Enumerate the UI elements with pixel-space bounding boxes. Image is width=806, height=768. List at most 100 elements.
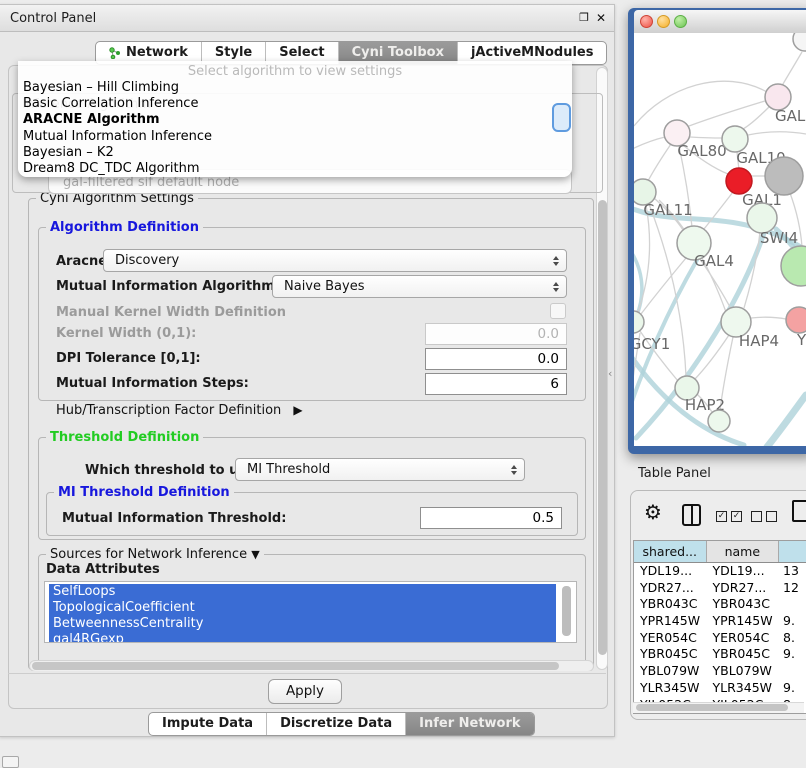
kernel-width-field[interactable]: 0.0 xyxy=(425,323,567,345)
table-cell: YBL079W xyxy=(634,663,707,680)
network-edge xyxy=(634,137,665,151)
data-attribute-item[interactable]: BetweennessCentrality xyxy=(49,616,556,632)
collapse-arrow-icon[interactable]: ▼ xyxy=(251,548,259,561)
combo-focus-button[interactable] xyxy=(552,103,571,132)
table-cell: YER054C xyxy=(707,630,780,647)
zoom-traffic-light[interactable] xyxy=(674,15,687,28)
algorithm-option[interactable]: ARACNE Algorithm xyxy=(18,112,572,128)
mi-threshold-field[interactable]: 0.5 xyxy=(420,507,562,529)
tab-label: Select xyxy=(279,45,324,60)
algorithm-option[interactable]: Dream8 DC_TDC Algorithm xyxy=(18,161,572,177)
column-header[interactable] xyxy=(779,541,806,562)
data-attributes-list[interactable]: SelfLoopsTopologicalCoefficientBetweenne… xyxy=(44,581,577,643)
algorithm-definition-title: Algorithm Definition xyxy=(46,220,203,235)
dpi-tolerance-field[interactable]: 0.0 xyxy=(425,348,567,370)
network-edge xyxy=(648,144,671,181)
table-row[interactable]: YBR045CYBR045C9. xyxy=(634,646,806,663)
data-attribute-item[interactable]: TopologicalCoefficient xyxy=(49,600,556,616)
combo-arrows-icon xyxy=(553,282,559,292)
table-cell: YBL079W xyxy=(707,663,780,680)
network-node[interactable] xyxy=(765,157,803,195)
hub-definition-toggle[interactable]: Hub/Transcription Factor Definition ▶ xyxy=(56,403,303,418)
algorithm-dropdown-popup: Select algorithm to view settings Bayesi… xyxy=(18,61,572,177)
minimize-traffic-light[interactable] xyxy=(657,15,670,28)
bottom-tab-impute-data[interactable]: Impute Data xyxy=(149,713,267,735)
table-hscrollbar-thumb[interactable] xyxy=(636,704,788,711)
table-row[interactable]: YDL19...YDL19...13 xyxy=(634,563,806,580)
close-traffic-light[interactable] xyxy=(640,15,653,28)
tab-label: Cyni Toolbox xyxy=(352,45,444,60)
table-cell: 9. xyxy=(779,680,806,697)
tab-label: Style xyxy=(215,45,252,60)
network-node[interactable] xyxy=(793,33,806,51)
apply-button[interactable]: Apply xyxy=(268,679,342,704)
table-cell: YDR27... xyxy=(634,580,707,597)
tab-label: Infer Network xyxy=(419,716,520,731)
table-cell: 9. xyxy=(779,613,806,630)
network-node-gcy1[interactable] xyxy=(634,311,644,333)
network-edge xyxy=(751,317,786,319)
bottom-tab-bar: Impute Data Discretize Data Infer Network xyxy=(148,712,535,736)
network-edge xyxy=(748,132,806,135)
algorithm-option[interactable]: Mutual Information Inference xyxy=(18,129,572,145)
table-row[interactable]: YBR043CYBR043C xyxy=(634,596,806,613)
table-row[interactable]: YER054CYER054C8. xyxy=(634,630,806,647)
corner-button[interactable] xyxy=(2,756,19,768)
which-threshold-combo[interactable]: MI Threshold xyxy=(235,458,525,481)
combo-arrows-icon xyxy=(511,465,517,475)
bottom-tab-discretize-data[interactable]: Discretize Data xyxy=(267,713,406,735)
network-node-label: Y xyxy=(796,331,806,349)
kernel-width-label: Kernel Width (0,1): xyxy=(56,326,196,341)
file-icon[interactable] xyxy=(792,500,806,522)
network-node[interactable] xyxy=(708,410,730,432)
mi-steps-label: Mutual Information Steps: xyxy=(56,376,249,391)
algorithm-option[interactable]: Bayesian – Hill Climbing xyxy=(18,80,572,96)
column-header[interactable]: name xyxy=(707,541,780,562)
network-node-label: HAP4 xyxy=(739,332,779,350)
table-cell: 8. xyxy=(779,630,806,647)
network-edge xyxy=(634,81,767,126)
network-edge xyxy=(638,205,650,312)
expand-arrow-icon: ▶ xyxy=(293,403,302,417)
control-panel-window: Control Panel ❐ ✕ NetworkStyleSelectCyni… xyxy=(0,4,615,737)
list-hscrollbar-thumb[interactable] xyxy=(32,662,559,670)
algorithm-option[interactable]: Bayesian – K2 xyxy=(18,145,572,161)
table-row[interactable]: YPR145WYPR145W9. xyxy=(634,613,806,630)
table-panel-title: Table Panel xyxy=(638,466,711,481)
network-node-label: GAL4 xyxy=(694,252,734,270)
column-header[interactable]: shared... xyxy=(634,541,707,562)
network-node[interactable] xyxy=(781,246,806,286)
data-attribute-item[interactable]: gal4RGexp xyxy=(49,632,556,643)
mi-steps-field[interactable]: 6 xyxy=(425,373,567,395)
algorithm-option[interactable]: Basic Correlation Inference xyxy=(18,96,572,112)
hub-definition-label: Hub/Transcription Factor Definition xyxy=(56,403,281,418)
close-window-icon[interactable]: ✕ xyxy=(594,11,608,25)
table-row[interactable]: YBL079WYBL079W xyxy=(634,663,806,680)
table-row[interactable]: YDR27...YDR27...12 xyxy=(634,580,806,597)
select-all-checks-icon[interactable]: ✓ ✓ xyxy=(716,511,742,522)
float-window-icon[interactable]: ❐ xyxy=(577,11,591,25)
settings-vscrollbar-thumb[interactable] xyxy=(598,200,607,655)
gear-icon[interactable]: ⚙ xyxy=(644,502,662,522)
network-node-label: GAL80 xyxy=(677,142,726,160)
manual-kernel-checkbox[interactable] xyxy=(550,303,566,319)
splitter-handle-icon[interactable]: ‹ xyxy=(608,367,612,380)
aracne-mode-combo[interactable]: Discovery xyxy=(103,249,567,272)
bottom-tab-infer-network[interactable]: Infer Network xyxy=(406,713,533,735)
data-attribute-item[interactable]: SelfLoops xyxy=(49,584,556,600)
list-vscrollbar-thumb[interactable] xyxy=(562,586,571,636)
sources-title: Sources for Network Inference ▼ xyxy=(46,547,264,562)
deselect-all-checks-icon[interactable] xyxy=(751,511,777,522)
table-row[interactable]: YLR345WYLR345W9. xyxy=(634,680,806,697)
data-attributes-label: Data Attributes xyxy=(46,562,160,577)
mi-type-combo[interactable]: Naive Bayes xyxy=(272,275,567,298)
tab-label: Impute Data xyxy=(162,716,253,731)
network-node-label: GAL xyxy=(775,107,806,125)
tab-label: Network xyxy=(126,45,188,60)
which-threshold-label: Which threshold to use: xyxy=(85,463,260,478)
list-hscrollbar[interactable] xyxy=(29,660,594,671)
columns-icon[interactable] xyxy=(682,504,701,526)
network-canvas[interactable]: GALGAL80GAL10GAL1GAL11SWI4GAL4GCY1HAP4YH… xyxy=(634,33,806,446)
network-edge xyxy=(690,137,722,138)
network-node-y[interactable] xyxy=(786,307,806,333)
